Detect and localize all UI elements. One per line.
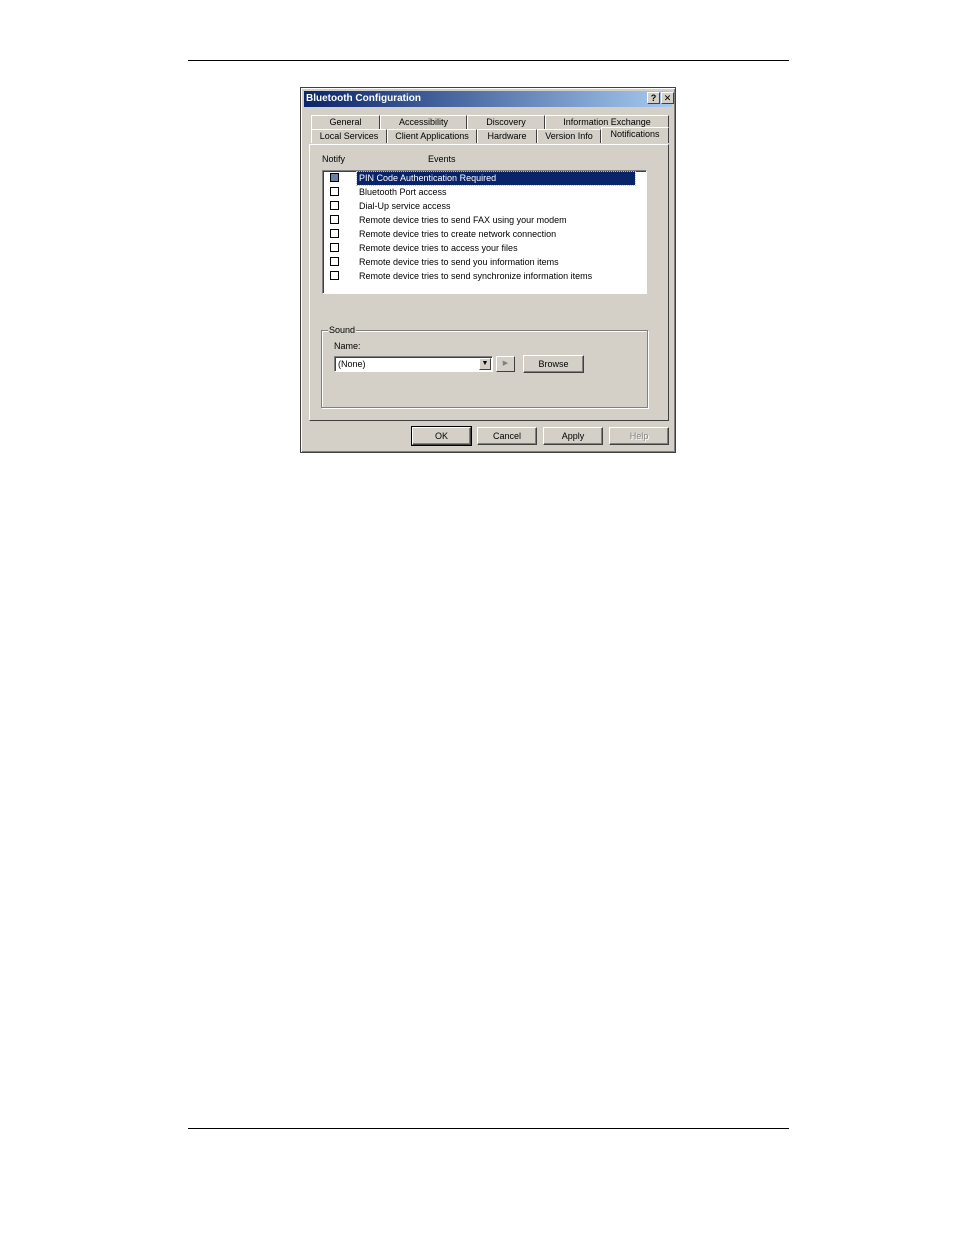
notifications-panel: Notify Events PIN Code Authentication Re… (309, 144, 669, 421)
event-label: Remote device tries to send FAX using yo… (359, 215, 567, 225)
sound-name-label: Name: (334, 341, 361, 351)
event-label: Remote device tries to create network co… (359, 229, 557, 239)
tab-discovery[interactable]: Discovery (467, 115, 545, 129)
event-label: Bluetooth Port access (359, 187, 447, 197)
notify-checkbox[interactable] (330, 187, 339, 196)
events-list[interactable]: PIN Code Authentication Required Bluetoo… (322, 170, 647, 294)
list-item[interactable]: Bluetooth Port access (325, 186, 645, 199)
list-item[interactable]: Remote device tries to send you informat… (325, 256, 645, 269)
notify-checkbox[interactable] (330, 243, 339, 252)
events-column-header: Events (428, 154, 456, 164)
sound-groupbox: Sound Name: (None) ▼ ▶ Browse (321, 325, 648, 408)
tab-hardware[interactable]: Hardware (477, 129, 537, 143)
notify-checkbox[interactable] (330, 173, 339, 182)
page-bottom-rule (188, 1128, 789, 1129)
notify-checkbox[interactable] (330, 271, 339, 280)
event-label: Remote device tries to send synchronize … (359, 271, 593, 281)
notify-column-header: Notify (322, 154, 346, 164)
chevron-down-icon[interactable]: ▼ (479, 358, 491, 370)
event-label: Remote device tries to send you informat… (359, 257, 559, 267)
ok-button[interactable]: OK (411, 426, 472, 446)
sound-group-title: Sound (328, 325, 357, 336)
list-item[interactable]: PIN Code Authentication Required (325, 171, 645, 186)
tab-general[interactable]: General (311, 115, 380, 129)
notify-checkbox[interactable] (330, 201, 339, 210)
bluetooth-configuration-dialog: Bluetooth Configuration ? ✕ General Acce… (300, 87, 676, 453)
list-item[interactable]: Remote device tries to send FAX using yo… (325, 214, 645, 227)
notify-checkbox[interactable] (330, 215, 339, 224)
sound-name-select[interactable]: (None) ▼ (334, 356, 493, 372)
tab-notifications[interactable]: Notifications (601, 127, 669, 143)
event-label: Dial-Up service access (359, 201, 451, 211)
list-item[interactable]: Remote device tries to access your files (325, 242, 645, 255)
list-item[interactable]: Remote device tries to create network co… (325, 228, 645, 241)
list-item[interactable]: Dial-Up service access (325, 200, 645, 213)
title-bar: Bluetooth Configuration ? ✕ (304, 91, 674, 107)
close-button[interactable]: ✕ (661, 92, 674, 104)
tab-local-services[interactable]: Local Services (311, 129, 387, 143)
play-icon: ▶ (502, 360, 509, 367)
cancel-button[interactable]: Cancel (477, 427, 537, 445)
event-label: Remote device tries to access your files (359, 243, 518, 253)
apply-button[interactable]: Apply (543, 427, 603, 445)
browse-button[interactable]: Browse (523, 355, 584, 373)
event-label: PIN Code Authentication Required (356, 171, 636, 186)
tab-version-info[interactable]: Version Info (537, 129, 601, 143)
notify-checkbox[interactable] (330, 257, 339, 266)
play-sound-button[interactable]: ▶ (496, 356, 515, 372)
page-top-rule (188, 60, 789, 61)
help-button[interactable]: Help (609, 427, 669, 445)
list-item[interactable]: Remote device tries to send synchronize … (325, 270, 645, 283)
notify-checkbox[interactable] (330, 229, 339, 238)
help-button-titlebar[interactable]: ? (647, 92, 660, 104)
sound-selected-value: (None) (338, 359, 366, 369)
tab-client-applications[interactable]: Client Applications (387, 129, 477, 143)
tab-accessibility[interactable]: Accessibility (380, 115, 467, 129)
window-title: Bluetooth Configuration (306, 93, 421, 104)
